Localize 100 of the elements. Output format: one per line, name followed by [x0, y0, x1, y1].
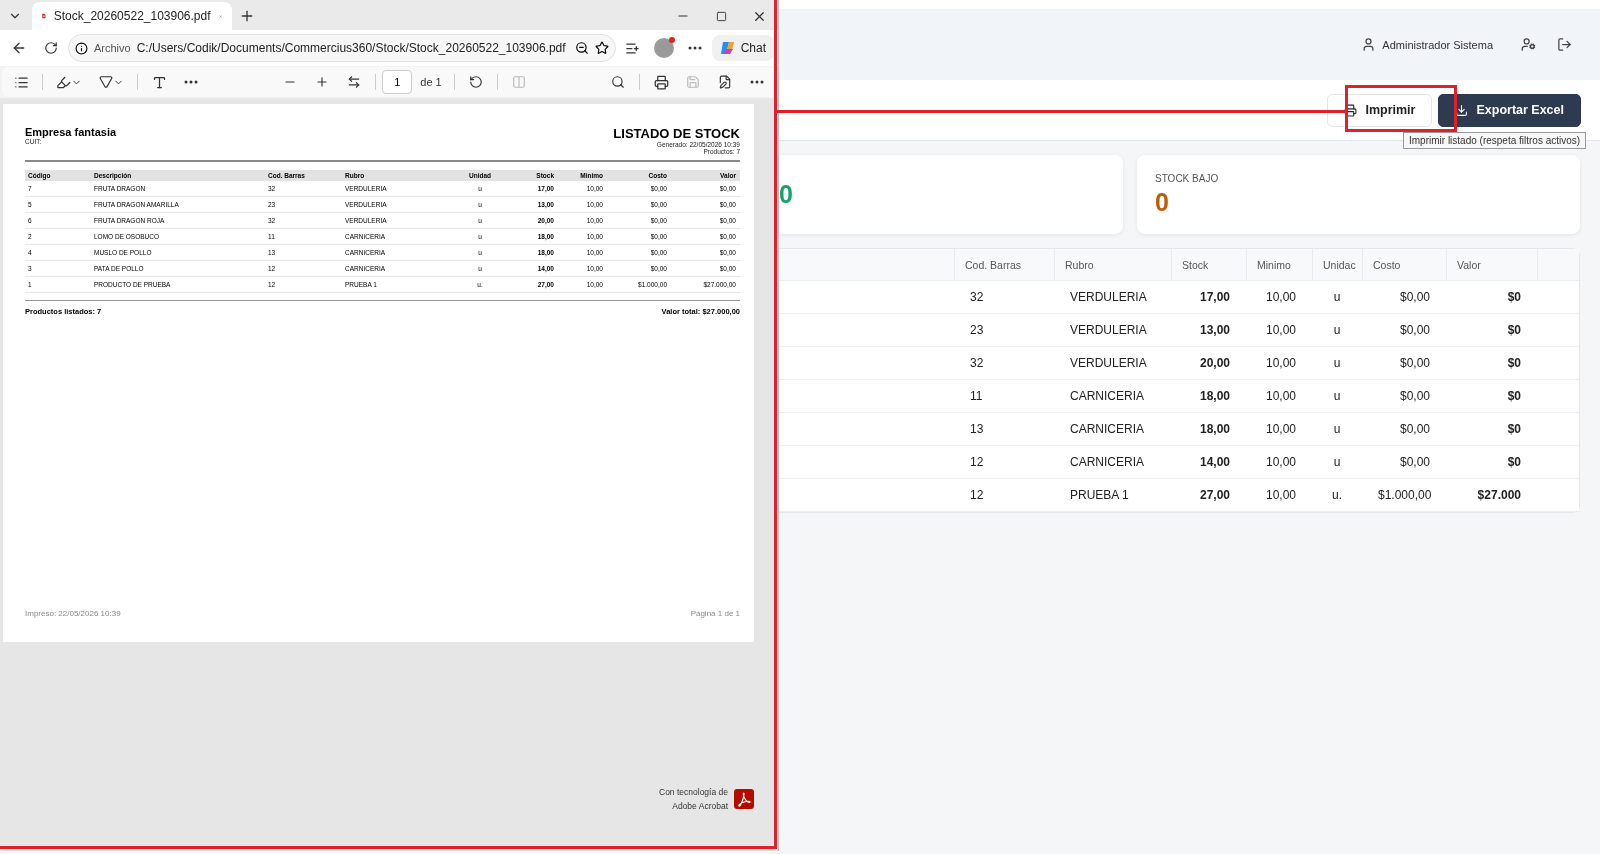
table-cell-text: $27.000 — [1476, 488, 1522, 502]
notification-dot — [668, 37, 675, 43]
printer-icon — [653, 74, 669, 90]
table-cell-text: $0,00 — [1398, 389, 1431, 403]
triangle-icon — [98, 75, 113, 89]
table-cell-text: $0,00 — [1398, 455, 1431, 469]
table-cell-text: u — [1332, 356, 1342, 370]
table-cell-text: 12 — [969, 455, 985, 469]
table-cell-text: 10,00 — [1264, 323, 1297, 337]
table-cell-text: $0 — [1506, 323, 1522, 337]
tab-title: Stock_20260522_103906.pdf — [53, 9, 211, 23]
star-icon[interactable] — [594, 41, 609, 55]
two-page-icon — [511, 75, 526, 89]
url-text: C:/Users/Codik/Documents/Commercius360/Stock/Stock_20260522_103906.pdf — [136, 41, 567, 55]
table-cell-text: CARNICERIA — [1069, 455, 1145, 469]
table-cell-text: CARNICERIA — [1069, 422, 1145, 436]
table-cell-text: 20,00 — [1198, 356, 1231, 370]
download-icon — [1455, 103, 1469, 117]
rotate-icon — [468, 75, 483, 89]
column-header: Minimo — [1246, 249, 1312, 280]
table-cell-text: VERDULERIA — [1069, 323, 1148, 337]
table-cell-text: $0,00 — [1398, 422, 1431, 436]
info-icon — [75, 41, 88, 55]
table-cell-text: 10,00 — [1264, 422, 1297, 436]
column-header: Stock — [1171, 249, 1246, 280]
more-icon — [750, 80, 764, 84]
table-cell-text: 32 — [969, 356, 985, 370]
table-cell-text: u — [1332, 389, 1342, 403]
table-cell-text: 14,00 — [1198, 455, 1231, 469]
text-icon — [151, 74, 167, 90]
table-cell-text: 13,00 — [1198, 323, 1231, 337]
copilot-logo-icon — [719, 40, 736, 56]
column-header: Unidac — [1312, 249, 1362, 280]
acrobat-credit: Con tecnología de Adobe Acrobat — [659, 786, 728, 813]
table-cell-text: VERDULERIA — [1069, 356, 1148, 370]
browser-tab[interactable]: Stock_20260522_103906.pdf — [32, 2, 232, 30]
table-cell-text: u — [1332, 422, 1342, 436]
print-button[interactable]: Imprimir — [1327, 93, 1433, 127]
table-cell-text: 12 — [969, 488, 985, 502]
user-name: Administrador Sistema — [1382, 38, 1493, 51]
search-icon — [611, 75, 625, 89]
user-settings-icon — [1520, 37, 1536, 52]
table-cell-text: $0 — [1506, 422, 1522, 436]
table-cell-text: 13 — [969, 422, 985, 436]
table-cell-text: 23 — [969, 323, 985, 337]
table-cell-text: $0 — [1506, 356, 1522, 370]
table-cell-text: $0,00 — [1398, 290, 1431, 304]
more-icon — [184, 80, 198, 84]
zoom-out-icon[interactable] — [574, 41, 589, 55]
reload-icon — [44, 41, 58, 55]
plus-icon — [315, 75, 330, 89]
table-cell-text: 10,00 — [1264, 455, 1297, 469]
table-cell-text: 11 — [969, 389, 984, 403]
page-label: Página 1 de 1 — [690, 609, 740, 618]
logout-icon — [1556, 37, 1572, 52]
save-icon — [686, 75, 700, 89]
list-icon — [13, 74, 29, 90]
column-header: Rubro — [1054, 249, 1171, 280]
report-title: LISTADO DE STOCK — [613, 126, 740, 141]
page-number-field[interactable]: 1 — [382, 70, 413, 94]
table-cell-text: u — [1332, 323, 1342, 337]
table-cell-text: 32 — [969, 290, 985, 304]
table-cell-text: 10,00 — [1264, 290, 1297, 304]
table-cell-text: $1.000,00 — [1377, 488, 1433, 502]
table-cell-text: PRUEBA 1 — [1069, 488, 1130, 502]
user-icon — [1361, 37, 1377, 52]
plus-icon — [239, 8, 255, 24]
card-value: 0 — [779, 180, 794, 209]
more-icon — [687, 46, 702, 50]
table-cell-text: u — [1332, 455, 1342, 469]
table-cell-text: CARNICERIA — [1069, 389, 1145, 403]
table-cell-text: 10,00 — [1264, 389, 1297, 403]
profile-avatar[interactable] — [653, 38, 674, 58]
column-header: Costo — [1362, 249, 1446, 280]
export-button[interactable]: Exportar Excel — [1438, 93, 1581, 127]
table-cell-text: 10,00 — [1264, 488, 1297, 502]
column-header: Valor — [1446, 249, 1537, 280]
table-cell-text: $0 — [1506, 389, 1522, 403]
acrobat-logo-icon — [734, 789, 754, 809]
column-header: Cod. Barras — [954, 249, 1054, 280]
address-bar[interactable]: Archivo C:/Users/Codik/Documents/Commercius360/Stock/Stock_20260522_103906.pdf — [68, 34, 616, 62]
table-cell-text: $0,00 — [1398, 323, 1431, 337]
table-cell-text: $0,00 — [1398, 356, 1431, 370]
company-name: Empresa fantasia — [25, 126, 117, 138]
table-cell-text: u. — [1331, 488, 1343, 502]
table-cell-text: 10,00 — [1264, 356, 1297, 370]
favorites-icon — [625, 40, 641, 56]
address-label: Archivo — [94, 42, 131, 54]
table-cell-text: 17,00 — [1198, 290, 1231, 304]
maximize-icon — [715, 10, 727, 22]
table-cell-text: $0 — [1506, 290, 1522, 304]
table-cell-text: 18,00 — [1198, 389, 1231, 403]
highlighter-icon — [56, 74, 71, 90]
chat-button[interactable]: Chat — [711, 35, 774, 61]
table-cell-text: $0 — [1506, 455, 1522, 469]
fit-width-icon — [347, 75, 362, 89]
card-label: STOCK BAJO — [1155, 172, 1220, 184]
save-as-icon — [718, 75, 732, 89]
table-cell-text: VERDULERIA — [1069, 290, 1148, 304]
card-value: 0 — [1155, 187, 1170, 217]
